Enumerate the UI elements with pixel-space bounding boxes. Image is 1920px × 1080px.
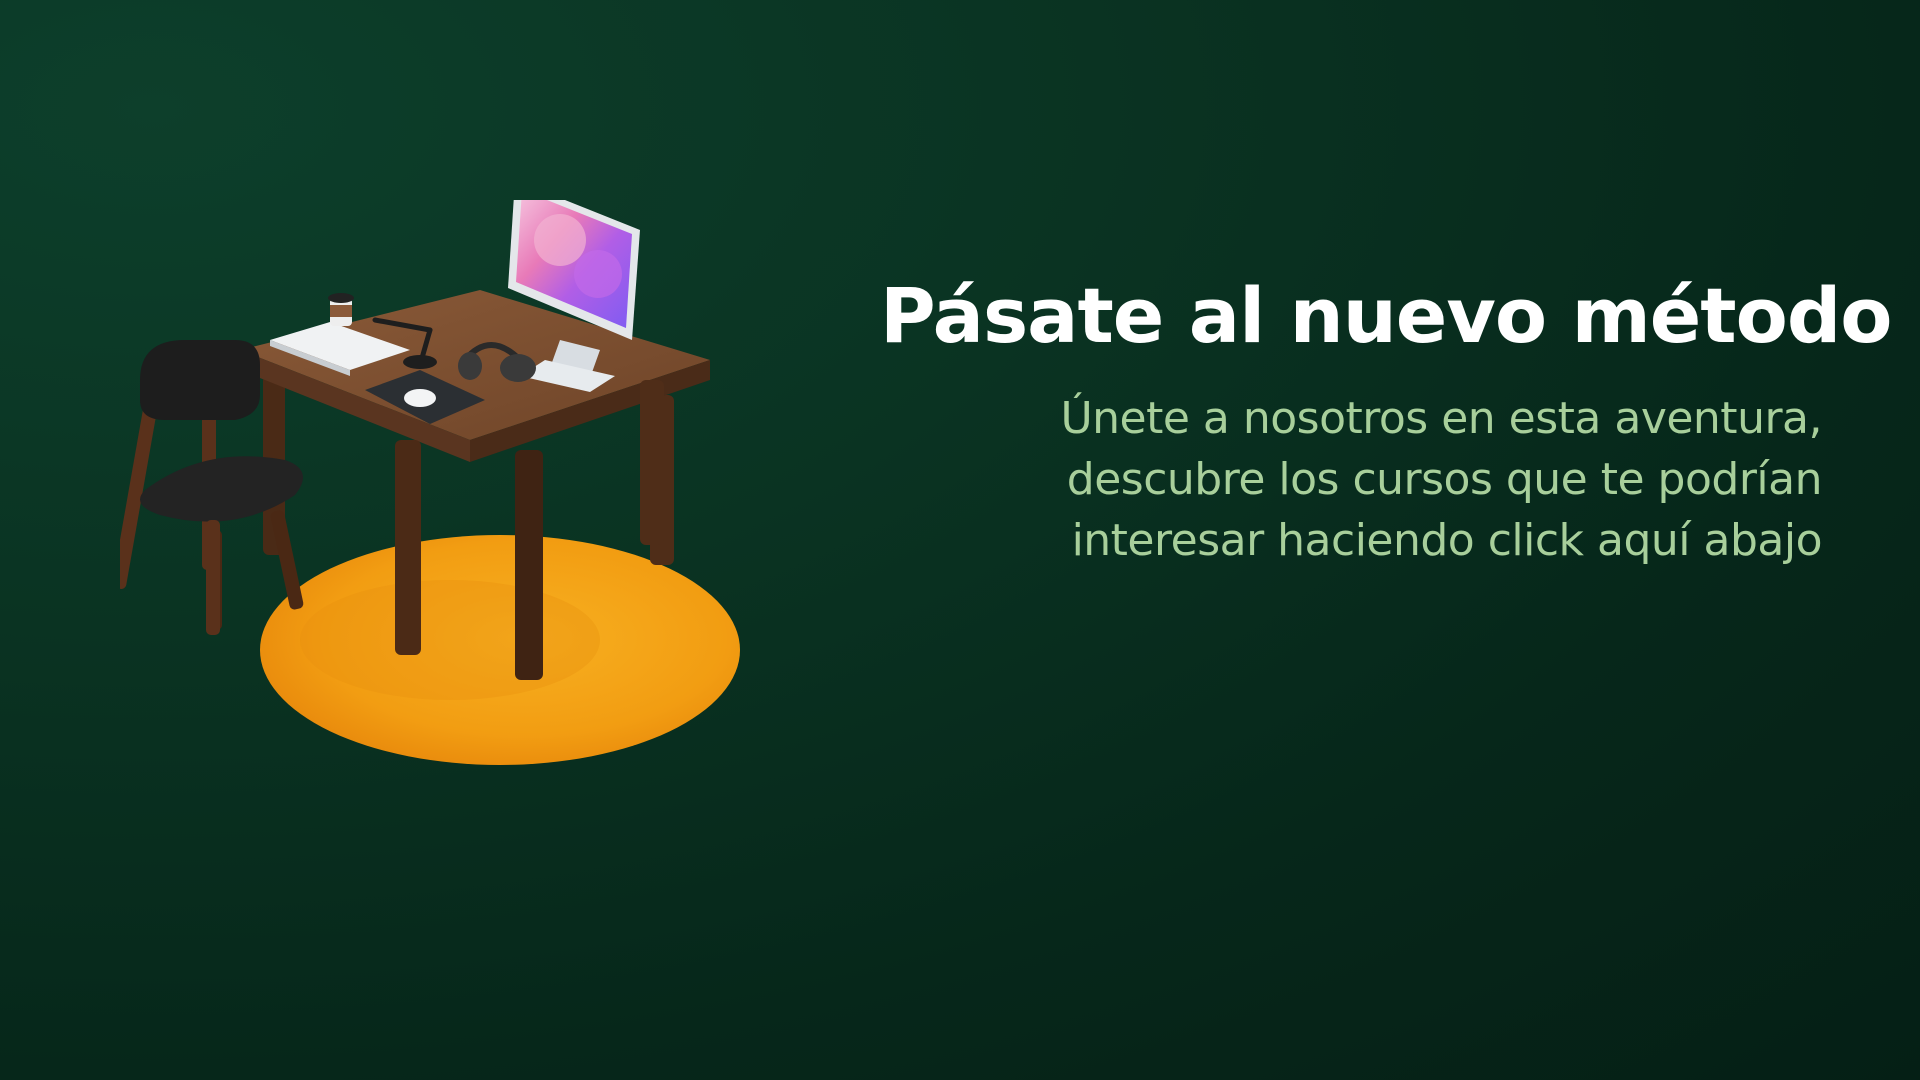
mouse	[404, 389, 436, 407]
hero-subtitle: Únete a nosotros en esta aventura, descu…	[880, 388, 1880, 571]
desk-workspace-illustration	[120, 200, 780, 800]
hero-subtitle-line: descubre los cursos que te podrían	[1066, 454, 1823, 505]
landing-hero: Pásate al nuevo método Únete a nosotros …	[0, 0, 1920, 1080]
hero-subtitle-line: Únete a nosotros en esta aventura,	[1060, 393, 1822, 444]
hero-subtitle-line: interesar haciendo click aquí abajo	[1071, 515, 1823, 566]
chair-back	[140, 340, 260, 420]
hero-text-block: Pásate al nuevo método Únete a nosotros …	[880, 270, 1892, 571]
hero-title: Pásate al nuevo método	[880, 271, 1892, 360]
